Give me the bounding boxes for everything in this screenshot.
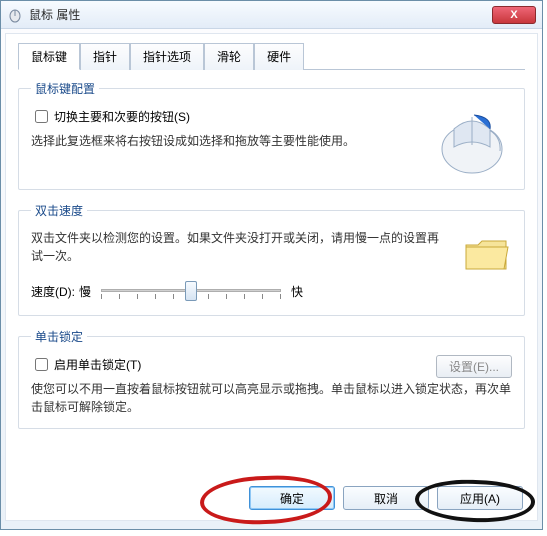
tab-label: 指针选项	[143, 50, 191, 64]
group-legend: 鼠标键配置	[31, 80, 99, 97]
swap-buttons-label[interactable]: 切换主要和次要的按钮(S)	[54, 108, 190, 125]
tab-pointer-options[interactable]: 指针选项	[130, 43, 204, 70]
close-button[interactable]: X	[492, 6, 536, 24]
group-double-click: 双击速度 双击文件夹以检测您的设置。如果文件夹没打开或关闭，请用慢一点的设置再试…	[18, 202, 525, 316]
group-click-lock: 单击锁定 设置(E)... 启用单击锁定(T) 使您可以不用一直按着鼠标按钮就可…	[18, 328, 525, 429]
clicklock-desc: 使您可以不用一直按着鼠标按钮就可以高亮显示或拖拽。单击鼠标以进入锁定状态，再次单…	[31, 380, 512, 416]
cancel-button[interactable]: 取消	[343, 486, 429, 510]
tab-label: 鼠标键	[31, 50, 67, 64]
mouse-illustration	[432, 107, 512, 177]
mouse-properties-window: 鼠标 属性 X 鼠标键 指针 指针选项 滑轮 硬件 鼠标键配置 切换主要和次要的…	[0, 0, 543, 530]
group-button-config: 鼠标键配置 切换主要和次要的按钮(S) 选择此复选框来将右按钮设成如选择和拖放等…	[18, 80, 525, 190]
clicklock-label[interactable]: 启用单击锁定(T)	[54, 356, 141, 373]
swap-buttons-checkbox[interactable]	[35, 110, 48, 123]
window-title: 鼠标 属性	[29, 6, 80, 23]
clicklock-checkbox[interactable]	[35, 358, 48, 371]
slider-thumb[interactable]	[185, 281, 197, 301]
tab-strip: 鼠标键 指针 指针选项 滑轮 硬件	[18, 42, 525, 70]
dialog-content: 鼠标键 指针 指针选项 滑轮 硬件 鼠标键配置 切换主要和次要的按钮(S) 选择…	[5, 33, 538, 521]
speed-label: 速度(D):	[31, 283, 75, 300]
mouse-icon	[7, 7, 23, 23]
tab-pointers[interactable]: 指针	[80, 43, 130, 70]
speed-slow-label: 慢	[79, 283, 91, 300]
group-legend: 单击锁定	[31, 328, 87, 345]
clicklock-settings-button: 设置(E)...	[436, 355, 512, 378]
folder-test-icon[interactable]	[462, 233, 512, 275]
tab-hardware[interactable]: 硬件	[254, 43, 304, 70]
ok-button[interactable]: 确定	[249, 486, 335, 510]
tab-label: 硬件	[267, 50, 291, 64]
tab-mouse-buttons[interactable]: 鼠标键	[18, 43, 80, 70]
tab-label: 指针	[93, 50, 117, 64]
double-click-speed-slider[interactable]	[101, 279, 281, 303]
group-legend: 双击速度	[31, 202, 87, 219]
titlebar: 鼠标 属性 X	[1, 1, 542, 29]
close-icon: X	[510, 9, 517, 21]
double-click-desc: 双击文件夹以检测您的设置。如果文件夹没打开或关闭，请用慢一点的设置再试一次。	[31, 229, 442, 265]
dialog-button-row: 确定 取消 应用(A)	[249, 486, 523, 510]
tab-wheel[interactable]: 滑轮	[204, 43, 254, 70]
tab-label: 滑轮	[217, 50, 241, 64]
apply-button[interactable]: 应用(A)	[437, 486, 523, 510]
swap-buttons-desc: 选择此复选框来将右按钮设成如选择和拖放等主要性能使用。	[31, 132, 420, 150]
speed-fast-label: 快	[291, 283, 303, 300]
